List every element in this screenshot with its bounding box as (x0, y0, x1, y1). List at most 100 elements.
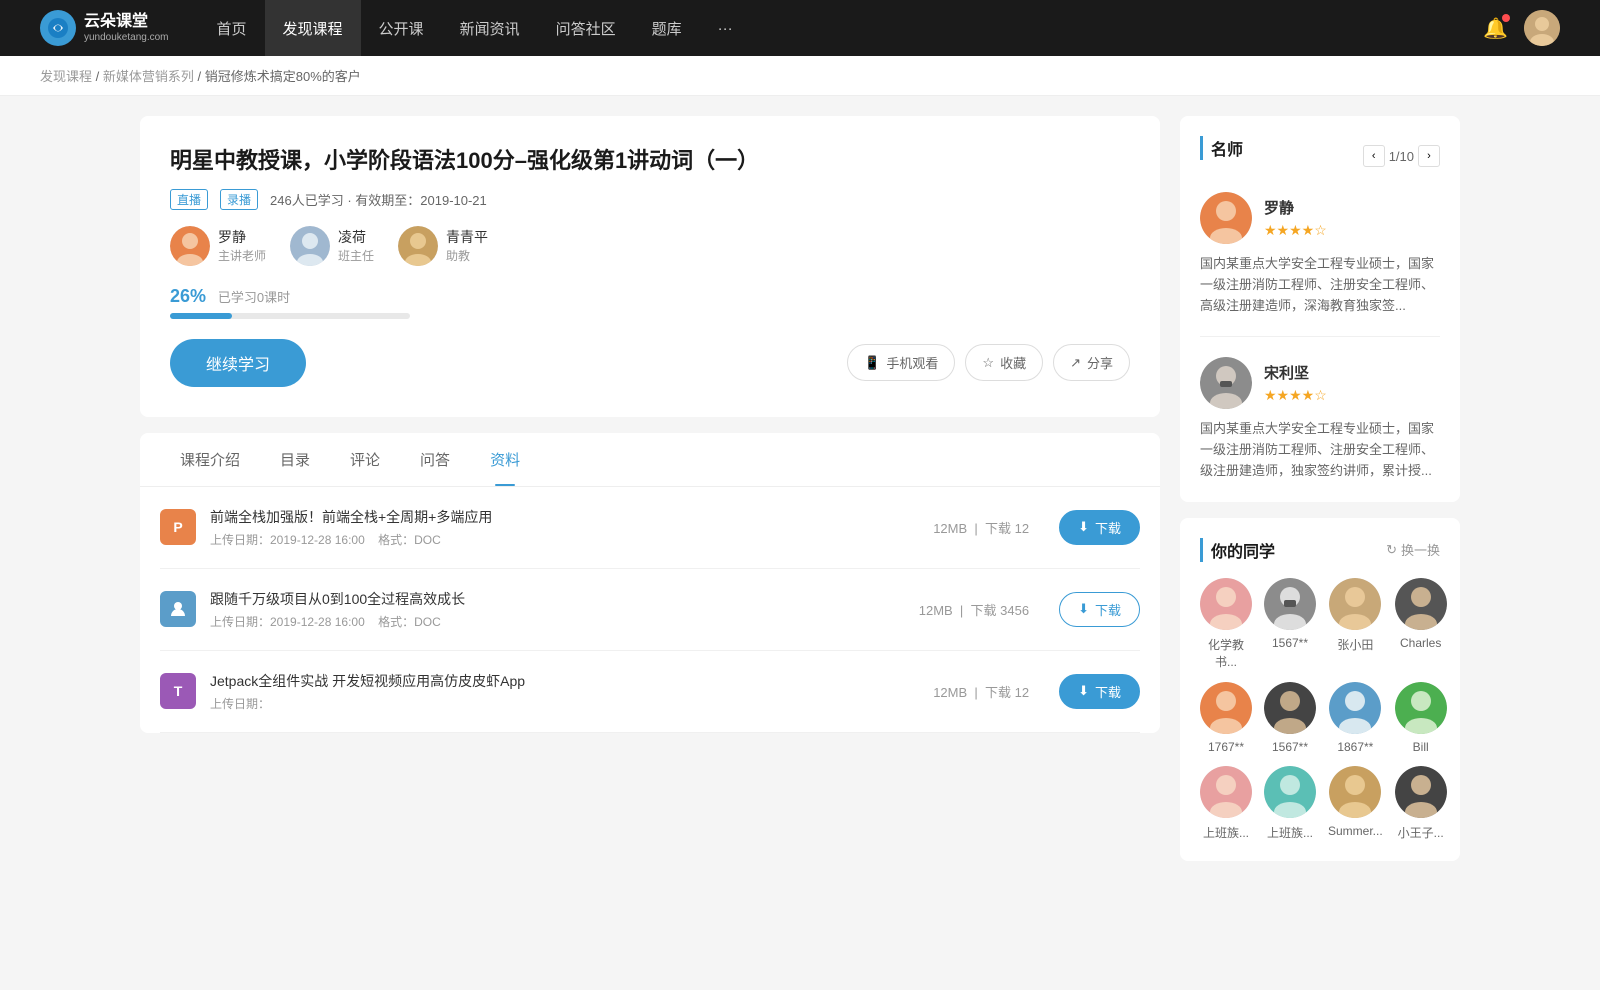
breadcrumb-link-1[interactable]: 发现课程 (40, 69, 92, 84)
nav-exam[interactable]: 题库 (634, 0, 700, 56)
tab-resources[interactable]: 资料 (470, 433, 540, 486)
breadcrumb-link-2[interactable]: 新媒体营销系列 (103, 69, 194, 84)
mobile-watch-button[interactable]: 📱 手机观看 (847, 344, 955, 381)
classmates-grid: 化学教书... 1567** 张小田 Charles 1767** (1200, 578, 1440, 841)
star-icon: ☆ (982, 355, 994, 371)
resource-list: P 前端全栈加强版！前端全栈+全周期+多端应用 上传日期：2019-12-28 … (140, 487, 1160, 733)
classmate-7: Bill (1395, 682, 1447, 754)
progress-bar-fill (170, 313, 232, 319)
teacher-stars-2: ★★★★☆ (1264, 387, 1327, 404)
classmate-avatar-2 (1329, 578, 1381, 630)
teacher-item-2: 宋利坚 ★★★★☆ 国内某重点大学安全工程专业硕士，国家一级注册消防工程师、注册… (1200, 357, 1440, 481)
classmate-avatar-9 (1264, 766, 1316, 818)
breadcrumb-current: 销冠修炼术搞定80%的客户 (205, 69, 361, 84)
resource-stats-3: 12MB | 下载 12 (933, 682, 1029, 701)
teacher-desc-2: 国内某重点大学安全工程专业硕士，国家一级注册消防工程师、注册安全工程师、级注册建… (1200, 419, 1440, 481)
refresh-button[interactable]: ↻ 换一换 (1386, 540, 1440, 559)
classmate-name-6: 1867** (1337, 740, 1373, 754)
classmate-avatar-10 (1329, 766, 1381, 818)
tabs-nav: 课程介绍 目录 评论 问答 资料 (140, 433, 1160, 487)
teachers-title-bar: 名师 ‹ 1/10 › (1200, 136, 1440, 176)
classmate-avatar-1 (1264, 578, 1316, 630)
prev-teacher-button[interactable]: ‹ (1363, 145, 1385, 167)
resource-name-3: Jetpack全组件实战 开发短视频应用高仿皮皮虾App (210, 671, 919, 691)
resource-item-1: P 前端全栈加强版！前端全栈+全周期+多端应用 上传日期：2019-12-28 … (160, 487, 1140, 569)
sidebar: 名师 ‹ 1/10 › 罗静 ★★★★☆ 国内 (1180, 116, 1460, 877)
logo[interactable]: 云朵课堂 yundouketang.com (40, 10, 169, 46)
tab-intro[interactable]: 课程介绍 (160, 433, 260, 486)
tab-catalog[interactable]: 目录 (260, 433, 330, 486)
download-button-1[interactable]: ⬇ 下载 (1059, 510, 1140, 545)
tab-qa[interactable]: 问答 (400, 433, 470, 486)
bell-icon[interactable]: 🔔 (1483, 16, 1508, 41)
nav-news[interactable]: 新闻资讯 (442, 0, 538, 56)
download-button-3[interactable]: ⬇ 下载 (1059, 674, 1140, 709)
teacher-name-2: 宋利坚 (1264, 362, 1327, 383)
nav-home[interactable]: 首页 (199, 0, 265, 56)
classmate-name-2: 张小田 (1337, 636, 1373, 653)
tab-comments[interactable]: 评论 (330, 433, 400, 486)
collect-button[interactable]: ☆ 收藏 (965, 344, 1043, 381)
classmate-name-5: 1567** (1272, 740, 1308, 754)
tag-record: 录播 (220, 189, 258, 210)
classmate-9: 上班族... (1264, 766, 1316, 841)
navbar: 云朵课堂 yundouketang.com 首页 发现课程 公开课 新闻资讯 问… (0, 0, 1600, 56)
resource-icon-1: P (160, 509, 196, 545)
resource-stats-2: 12MB | 下载 3456 (919, 600, 1029, 619)
resource-info-3: Jetpack全组件实战 开发短视频应用高仿皮皮虾App 上传日期： (210, 671, 919, 712)
tag-live: 直播 (170, 189, 208, 210)
classmates-header: 你的同学 ↻ 换一换 (1200, 538, 1440, 562)
classmate-avatar-5 (1264, 682, 1316, 734)
nav-more[interactable]: ··· (700, 0, 751, 56)
classmate-name-8: 上班族... (1203, 824, 1249, 841)
instructor-3: 青青平 助教 (398, 226, 488, 266)
nav-qa[interactable]: 问答社区 (538, 0, 634, 56)
teachers-title: 名师 (1200, 136, 1243, 160)
nav-courses[interactable]: 发现课程 (265, 0, 361, 56)
nav-open[interactable]: 公开课 (361, 0, 442, 56)
share-icon: ↗ (1070, 355, 1081, 371)
classmates-card: 你的同学 ↻ 换一换 化学教书... 1567** 张小田 (1180, 518, 1460, 861)
nav-items: 首页 发现课程 公开课 新闻资讯 问答社区 题库 ··· (199, 0, 1484, 56)
classmate-avatar-7 (1395, 682, 1447, 734)
resource-item-2: 跟随千万级项目从0到100全过程高效成长 上传日期：2019-12-28 16:… (160, 569, 1140, 651)
tabs-card: 课程介绍 目录 评论 问答 资料 P 前端全栈加强版！前端全栈+全周期+多端应用… (140, 433, 1160, 733)
user-avatar-nav[interactable] (1524, 10, 1560, 46)
classmate-avatar-8 (1200, 766, 1252, 818)
classmate-avatar-4 (1200, 682, 1252, 734)
download-icon-1: ⬇ (1078, 519, 1089, 535)
download-icon-2: ⬇ (1078, 601, 1089, 617)
resource-meta-1: 上传日期：2019-12-28 16:00 格式：DOC (210, 531, 919, 548)
classmate-avatar-11 (1395, 766, 1447, 818)
continue-study-button[interactable]: 继续学习 (170, 339, 306, 387)
logo-icon (40, 10, 76, 46)
classmate-avatar-0 (1200, 578, 1252, 630)
share-button[interactable]: ↗ 分享 (1053, 344, 1130, 381)
resource-name-2: 跟随千万级项目从0到100全过程高效成长 (210, 589, 905, 609)
classmate-avatar-6 (1329, 682, 1381, 734)
classmate-1: 1567** (1264, 578, 1316, 670)
course-meta: 直播 录播 246人已学习 · 有效期至：2019-10-21 (170, 189, 1130, 210)
teacher-desc-1: 国内某重点大学安全工程专业硕士，国家一级注册消防工程师、注册安全工程师、高级注册… (1200, 254, 1440, 316)
instructor-3-info: 青青平 助教 (446, 227, 488, 264)
resource-meta-3: 上传日期： (210, 695, 919, 712)
pagination-label: 1/10 (1389, 149, 1414, 164)
classmate-name-11: 小王子... (1398, 824, 1444, 841)
mobile-icon: 📱 (864, 355, 880, 371)
nav-right: 🔔 (1483, 10, 1560, 46)
instructor-2: 凌荷 班主任 (290, 226, 374, 266)
classmate-3: Charles (1395, 578, 1447, 670)
teacher-top-1: 罗静 ★★★★☆ (1200, 192, 1440, 244)
actions-right: 📱 手机观看 ☆ 收藏 ↗ 分享 (847, 344, 1130, 381)
resource-info-2: 跟随千万级项目从0到100全过程高效成长 上传日期：2019-12-28 16:… (210, 589, 905, 630)
resource-item-3: T Jetpack全组件实战 开发短视频应用高仿皮皮虾App 上传日期： 12M… (160, 651, 1140, 733)
download-button-2[interactable]: ⬇ 下载 (1059, 592, 1140, 627)
next-teacher-button[interactable]: › (1418, 145, 1440, 167)
resource-info-1: 前端全栈加强版！前端全栈+全周期+多端应用 上传日期：2019-12-28 16… (210, 507, 919, 548)
teacher-avatar-2 (1200, 357, 1252, 409)
course-header-card: 明星中教授课，小学阶段语法100分–强化级第1讲动词（一） 直播 录播 246人… (140, 116, 1160, 417)
classmate-5: 1567** (1264, 682, 1316, 754)
instructors: 罗静 主讲老师 凌荷 班主任 (170, 226, 1130, 266)
instructor-1: 罗静 主讲老师 (170, 226, 266, 266)
progress-bar-bg (170, 313, 410, 319)
